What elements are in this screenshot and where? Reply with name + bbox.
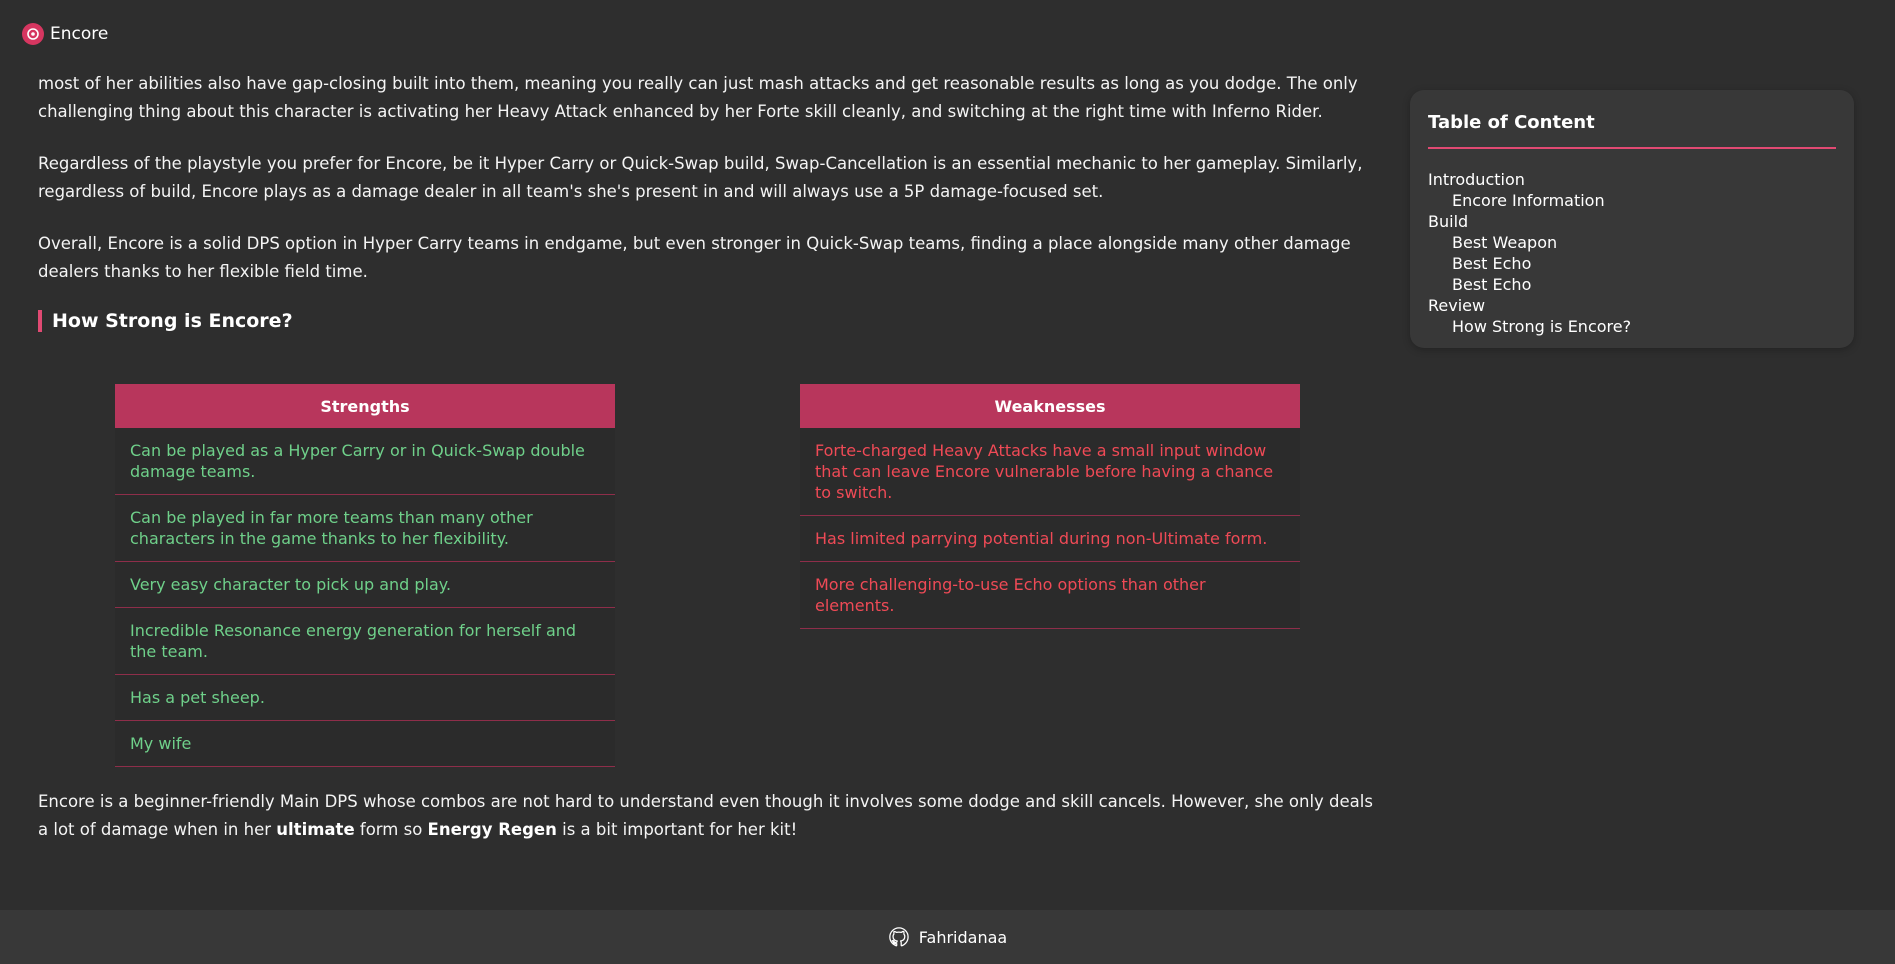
toc-item-introduction[interactable]: Introduction: [1428, 169, 1836, 190]
weakness-item: More challenging-to-use Echo options tha…: [800, 562, 1300, 629]
toc-item-best-weapon[interactable]: Best Weapon: [1428, 232, 1836, 253]
footer: Fahridanaa: [0, 910, 1895, 964]
toc-item-how-strong[interactable]: How Strong is Encore?: [1428, 316, 1836, 337]
weaknesses-header: Weaknesses: [800, 384, 1300, 428]
github-icon[interactable]: [888, 926, 910, 948]
toc-item-best-echo[interactable]: Best Echo: [1428, 253, 1836, 274]
weaknesses-table: Weaknesses Forte-charged Heavy Attacks h…: [800, 384, 1300, 629]
strength-item: Very easy character to pick up and play.: [115, 562, 615, 608]
weakness-item: Forte-charged Heavy Attacks have a small…: [800, 428, 1300, 516]
strength-item: My wife: [115, 721, 615, 767]
strength-item: Can be played as a Hyper Carry or in Qui…: [115, 428, 615, 495]
encore-logo-icon[interactable]: [22, 23, 44, 45]
article-paragraph: Regardless of the playstyle you prefer f…: [38, 154, 1363, 201]
strength-item: Has a pet sheep.: [115, 675, 615, 721]
closing-text: form so: [354, 820, 428, 839]
article-body: most of her abilities also have gap-clos…: [38, 70, 1378, 767]
strengths-weaknesses: Strengths Can be played as a Hyper Carry…: [38, 332, 1378, 767]
closing-paragraph: Encore is a beginner-friendly Main DPS w…: [38, 788, 1378, 844]
section-heading: How Strong is Encore?: [38, 310, 1378, 332]
strengths-header: Strengths: [115, 384, 615, 428]
toc-item-best-echo[interactable]: Best Echo: [1428, 274, 1836, 295]
closing-text: is a bit important for her kit!: [556, 820, 798, 839]
toc-title: Table of Content: [1428, 112, 1836, 149]
heading-accent-bar: [38, 310, 42, 332]
weakness-item: Has limited parrying potential during no…: [800, 516, 1300, 562]
top-bar: Encore: [0, 0, 1895, 68]
toc-item-build[interactable]: Build: [1428, 211, 1836, 232]
closing-paragraph-wrap: Encore is a beginner-friendly Main DPS w…: [38, 788, 1378, 844]
brand-name[interactable]: Encore: [50, 24, 108, 44]
section-title: How Strong is Encore?: [52, 310, 293, 332]
strengths-table: Strengths Can be played as a Hyper Carry…: [115, 384, 615, 767]
strength-item: Incredible Resonance energy generation f…: [115, 608, 615, 675]
closing-bold-ultimate: ultimate: [276, 820, 355, 839]
table-of-content: Table of Content Introduction Encore Inf…: [1410, 90, 1854, 348]
strength-item: Can be played in far more teams than man…: [115, 495, 615, 562]
footer-author-link[interactable]: Fahridanaa: [919, 928, 1007, 947]
toc-item-review[interactable]: Review: [1428, 295, 1836, 316]
toc-item-encore-information[interactable]: Encore Information: [1428, 190, 1836, 211]
article-paragraph: most of her abilities also have gap-clos…: [38, 74, 1358, 121]
article-paragraph: Overall, Encore is a solid DPS option in…: [38, 234, 1351, 281]
closing-bold-energy-regen: Energy Regen: [427, 820, 557, 839]
